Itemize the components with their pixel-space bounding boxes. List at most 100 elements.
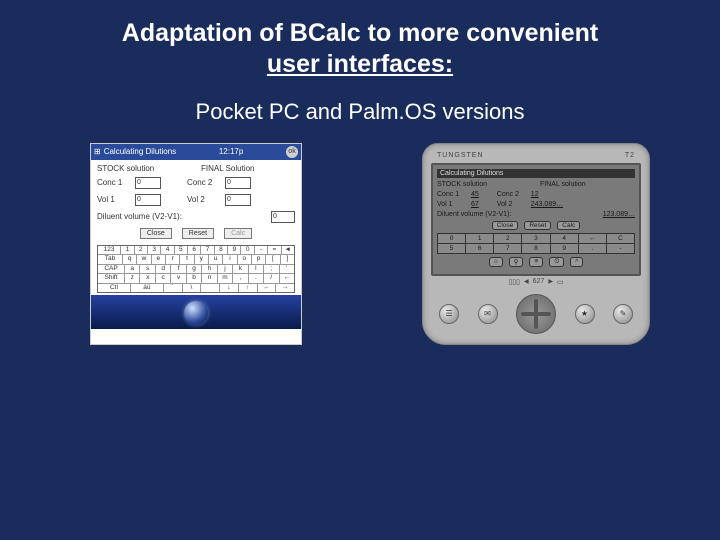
key-=[interactable]: = [268,246,281,255]
key-d[interactable]: d [156,265,171,274]
key-CAP[interactable]: CAP [98,265,125,274]
ppc-soft-keyboard[interactable]: 1231234567890-=◄ Tabqwertyuiop[] CAPasdf… [97,245,295,294]
key-x[interactable]: x [140,274,155,283]
palm-abc-icon[interactable]: ᴬ [570,257,583,267]
key-.[interactable]: . [249,274,264,283]
key-space[interactable] [201,284,220,293]
key-'[interactable]: ' [280,265,294,274]
key-8[interactable]: 8 [215,246,228,255]
key-y[interactable]: y [195,255,209,264]
ppc-vol1-input[interactable]: 0 [135,194,161,206]
key--[interactable]: - [607,244,634,253]
key-←[interactable]: ← [579,234,607,244]
key-s[interactable]: s [140,265,155,274]
key-e[interactable]: e [152,255,166,264]
key-t[interactable]: t [180,255,194,264]
key-7[interactable]: 7 [494,244,522,253]
key-áü[interactable]: áü [131,284,164,293]
key-v[interactable]: v [171,274,186,283]
palm-hw-button-1[interactable]: ☰ [439,304,459,324]
key-7[interactable]: 7 [201,246,214,255]
key-k[interactable]: k [233,265,248,274]
key-i[interactable]: i [223,255,237,264]
key-5[interactable]: 5 [438,244,466,253]
palm-left-arrow-icon[interactable]: ◀ [524,278,529,285]
key-.[interactable]: . [579,244,607,253]
key-q[interactable]: q [123,255,137,264]
key-b[interactable]: b [187,274,202,283]
palm-hw-button-4[interactable]: ✎ [613,304,633,324]
key-][interactable]: ] [281,255,294,264]
key-g[interactable]: g [187,265,202,274]
key-l[interactable]: l [249,265,264,274]
palm-conc1-input[interactable]: 45 [471,191,479,198]
key-↑[interactable]: ↑ [239,284,258,293]
ppc-reset-button[interactable]: Reset [182,228,214,239]
palm-conc2-input[interactable]: 12 [531,191,539,198]
key-↓[interactable]: ↓ [220,284,239,293]
palm-hw-button-2[interactable]: ✉ [478,304,498,324]
key-,[interactable]: , [233,274,248,283]
key--[interactable]: - [255,246,268,255]
key-6[interactable]: 6 [188,246,201,255]
palm-calc-button[interactable]: Calc [557,221,580,230]
ppc-start-icon[interactable]: ⊞ [94,147,101,156]
palm-right-arrow-icon[interactable]: ▶ [548,278,553,285]
key-123[interactable]: 123 [98,246,121,255]
key-C[interactable]: C [607,234,634,244]
ppc-conc1-input[interactable]: 0 [135,177,161,189]
key-9[interactable]: 9 [551,244,579,253]
key-6[interactable]: 6 [466,244,494,253]
palm-reset-button[interactable]: Reset [524,221,551,230]
key-;[interactable]: ; [264,265,279,274]
key-←[interactable]: ← [280,274,294,283]
key-Shift[interactable]: Shift [98,274,125,283]
palm-clock-icon[interactable]: ⏲ [549,257,564,267]
key-\[interactable]: \ [183,284,202,293]
key-1[interactable]: 1 [121,246,134,255]
key-j[interactable]: j [218,265,233,274]
key-5[interactable]: 5 [175,246,188,255]
palm-find-icon[interactable]: ⚲ [509,257,524,267]
palm-dpad[interactable] [516,294,556,334]
ppc-conc2-input[interactable]: 0 [225,177,251,189]
key-0[interactable]: 0 [241,246,254,255]
key-n[interactable]: n [202,274,217,283]
key-r[interactable]: r [166,255,180,264]
key-←[interactable]: ← [258,284,277,293]
key-4[interactable]: 4 [551,234,579,244]
palm-home-icon[interactable]: ⌂ [489,257,503,267]
key-0[interactable]: 0 [438,234,466,244]
key-Tab[interactable]: Tab [98,255,123,264]
key-→[interactable]: → [276,284,294,293]
key-2[interactable]: 2 [494,234,522,244]
palm-numpad[interactable]: 01234←C 56789.- [437,233,635,254]
palm-vol1-input[interactable]: 67 [471,201,479,208]
key-f[interactable]: f [171,265,186,274]
key-w[interactable]: w [137,255,151,264]
key-3[interactable]: 3 [148,246,161,255]
key-/[interactable]: / [264,274,279,283]
key-`[interactable]: ` [164,284,183,293]
key-z[interactable]: z [125,274,140,283]
key-◄[interactable]: ◄ [282,246,294,255]
ppc-calc-button[interactable]: Calc [224,228,252,239]
key-c[interactable]: c [156,274,171,283]
ppc-ok-button[interactable]: ok [286,146,298,158]
key-u[interactable]: u [209,255,223,264]
key-a[interactable]: a [125,265,140,274]
key-8[interactable]: 8 [522,244,550,253]
key-2[interactable]: 2 [135,246,148,255]
palm-hw-button-3[interactable]: ★ [575,304,595,324]
ppc-vol2-input[interactable]: 0 [225,194,251,206]
key-o[interactable]: o [238,255,252,264]
key-1[interactable]: 1 [466,234,494,244]
key-[[interactable]: [ [266,255,280,264]
palm-menu-icon[interactable]: ≡ [529,257,543,267]
key-m[interactable]: m [218,274,233,283]
palm-close-button[interactable]: Close [492,221,519,230]
key-3[interactable]: 3 [522,234,550,244]
ppc-close-button[interactable]: Close [140,228,172,239]
key-h[interactable]: h [202,265,217,274]
key-4[interactable]: 4 [161,246,174,255]
